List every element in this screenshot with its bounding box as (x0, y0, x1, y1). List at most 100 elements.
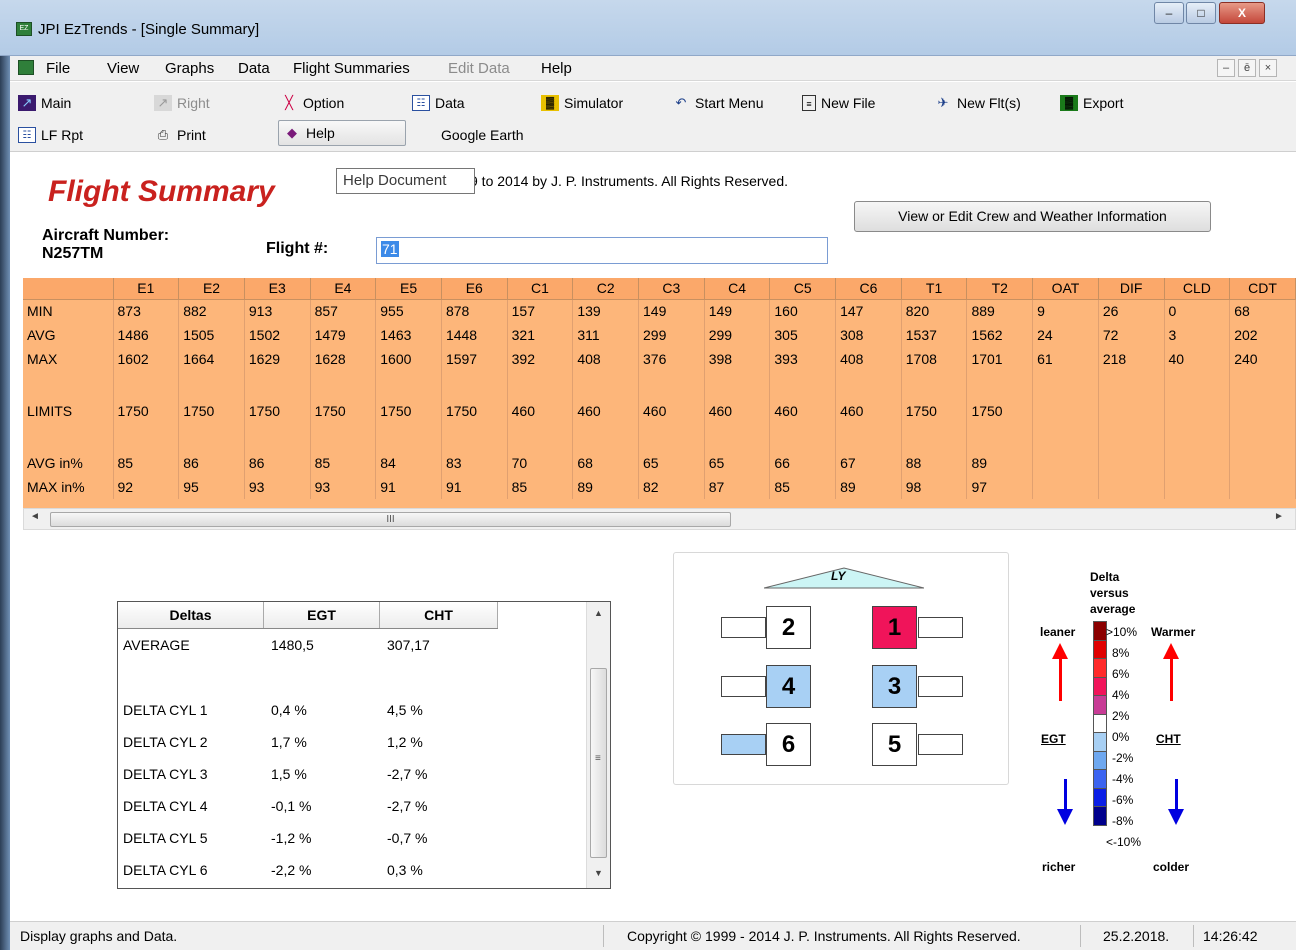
grid-cell[interactable] (638, 423, 705, 451)
grid-cell[interactable]: 460 (638, 399, 705, 423)
grid-cell[interactable]: 882 (178, 299, 245, 323)
grid-cell[interactable]: 1750 (178, 399, 245, 423)
grid-cell[interactable]: 65 (704, 451, 771, 475)
help-button[interactable]: ◆ Help (278, 120, 406, 146)
google-earth-button[interactable]: Google Earth (441, 122, 524, 148)
grid-cell[interactable] (901, 423, 968, 451)
grid-cell[interactable]: 376 (638, 347, 705, 371)
grid-cell[interactable]: 1602 (113, 347, 180, 371)
grid-cell[interactable]: 82 (638, 475, 705, 499)
grid-cell[interactable]: 218 (1098, 347, 1165, 371)
grid-cell[interactable]: 1597 (441, 347, 508, 371)
grid-cell[interactable]: 1750 (244, 399, 311, 423)
grid-cell[interactable]: 9 (1032, 299, 1099, 323)
grid-cell[interactable] (901, 371, 968, 399)
grid-row-label[interactable]: AVG (23, 323, 114, 347)
grid-cell[interactable]: 240 (1229, 347, 1296, 371)
export-button[interactable]: ▓ Export (1060, 90, 1123, 116)
grid-cell[interactable] (310, 371, 377, 399)
grid-cell[interactable]: 92 (113, 475, 180, 499)
grid-cell[interactable]: 85 (769, 475, 837, 499)
grid-cell[interactable]: 913 (244, 299, 311, 323)
grid-cell[interactable]: 68 (1229, 299, 1296, 323)
grid-cell[interactable]: 3 (1164, 323, 1231, 347)
cylinder-cht-indicator[interactable]: 6 (766, 723, 811, 766)
grid-cell[interactable] (1032, 423, 1099, 451)
grid-cell[interactable]: 873 (113, 299, 180, 323)
grid-cell[interactable]: 86 (244, 451, 311, 475)
deltas-col-egt[interactable]: EGT (264, 602, 380, 628)
grid-horizontal-scrollbar[interactable]: ◄ III ► (23, 508, 1296, 530)
grid-cell[interactable]: 393 (769, 347, 837, 371)
grid-cell[interactable]: 299 (638, 323, 705, 347)
grid-cell[interactable] (507, 371, 574, 399)
deltas-scroll-thumb[interactable]: ≡ (590, 668, 607, 858)
main-button[interactable]: ↗ Main (18, 90, 71, 116)
grid-cell[interactable]: 91 (375, 475, 442, 499)
grid-row-label[interactable] (23, 371, 114, 399)
grid-cell[interactable] (1098, 451, 1165, 475)
grid-cell[interactable] (1098, 399, 1165, 423)
grid-cell[interactable] (1229, 423, 1296, 451)
print-button[interactable]: ⎙ Print (154, 122, 206, 148)
grid-cell[interactable] (1164, 371, 1231, 399)
menu-view[interactable]: View (107, 60, 139, 77)
cylinder-cht-indicator[interactable]: 2 (766, 606, 811, 649)
grid-cell[interactable]: 95 (178, 475, 245, 499)
grid-cell[interactable] (704, 423, 771, 451)
grid-cell[interactable] (1164, 475, 1231, 499)
grid-cell[interactable] (966, 423, 1034, 451)
grid-cell[interactable] (1229, 371, 1296, 399)
grid-cell[interactable]: 857 (310, 299, 377, 323)
grid-cell[interactable]: 97 (966, 475, 1034, 499)
grid-cell[interactable] (835, 371, 902, 399)
menu-edit-data[interactable]: Edit Data (448, 60, 510, 77)
grid-row-label[interactable]: MIN (23, 299, 114, 323)
minimize-button[interactable]: – (1154, 2, 1184, 24)
grid-cell[interactable]: 88 (901, 451, 968, 475)
cylinder-cht-indicator[interactable]: 1 (872, 606, 917, 649)
grid-cell[interactable]: 70 (507, 451, 574, 475)
grid-column-header[interactable]: E5 (375, 278, 442, 300)
cylinder-cht-indicator[interactable]: 3 (872, 665, 917, 708)
grid-cell[interactable]: 160 (769, 299, 837, 323)
grid-cell[interactable]: 308 (835, 323, 902, 347)
grid-cell[interactable]: 40 (1164, 347, 1231, 371)
flight-number-input[interactable]: 71 (376, 237, 828, 264)
grid-cell[interactable]: 147 (835, 299, 902, 323)
lf-report-button[interactable]: ☷ LF Rpt (18, 122, 83, 148)
grid-cell[interactable] (244, 423, 311, 451)
grid-cell[interactable] (113, 423, 180, 451)
grid-cell[interactable]: 0 (1164, 299, 1231, 323)
grid-cell[interactable]: 1750 (113, 399, 180, 423)
grid-column-header[interactable]: DIF (1098, 278, 1165, 300)
grid-column-header[interactable]: E4 (310, 278, 377, 300)
grid-column-header[interactable]: T2 (966, 278, 1034, 300)
menu-graphs[interactable]: Graphs (165, 60, 214, 77)
grid-cell[interactable]: 392 (507, 347, 574, 371)
grid-cell[interactable]: 72 (1098, 323, 1165, 347)
grid-cell[interactable] (1032, 451, 1099, 475)
grid-row-label[interactable]: AVG in% (23, 451, 114, 475)
summary-grid[interactable]: E1 E2 E3 E4 E5 E6 C1 C2 C3 C4 C5 C6 T1 T2 OAT DIF CLD CDT… (23, 278, 1296, 508)
grid-cell[interactable]: 89 (572, 475, 639, 499)
grid-cell[interactable]: 955 (375, 299, 442, 323)
new-flights-button[interactable]: ✈ New Flt(s) (934, 90, 1021, 116)
grid-cell[interactable]: 139 (572, 299, 639, 323)
grid-row-label[interactable]: MAX in% (23, 475, 114, 499)
grid-cell[interactable]: 89 (966, 451, 1034, 475)
grid-cell[interactable]: 93 (244, 475, 311, 499)
grid-column-header[interactable]: C3 (638, 278, 705, 300)
grid-cell[interactable] (704, 371, 771, 399)
grid-cell[interactable] (1229, 475, 1296, 499)
right-button[interactable]: ↗ Right (154, 90, 210, 116)
grid-cell[interactable] (1032, 475, 1099, 499)
grid-row-label[interactable]: MAX (23, 347, 114, 371)
grid-cell[interactable]: 1448 (441, 323, 508, 347)
grid-cell[interactable]: 26 (1098, 299, 1165, 323)
grid-cell[interactable]: 311 (572, 323, 639, 347)
grid-cell[interactable]: 1750 (966, 399, 1034, 423)
grid-cell[interactable]: 889 (966, 299, 1034, 323)
grid-column-header[interactable]: OAT (1032, 278, 1099, 300)
grid-column-header[interactable]: CDT (1229, 278, 1296, 300)
